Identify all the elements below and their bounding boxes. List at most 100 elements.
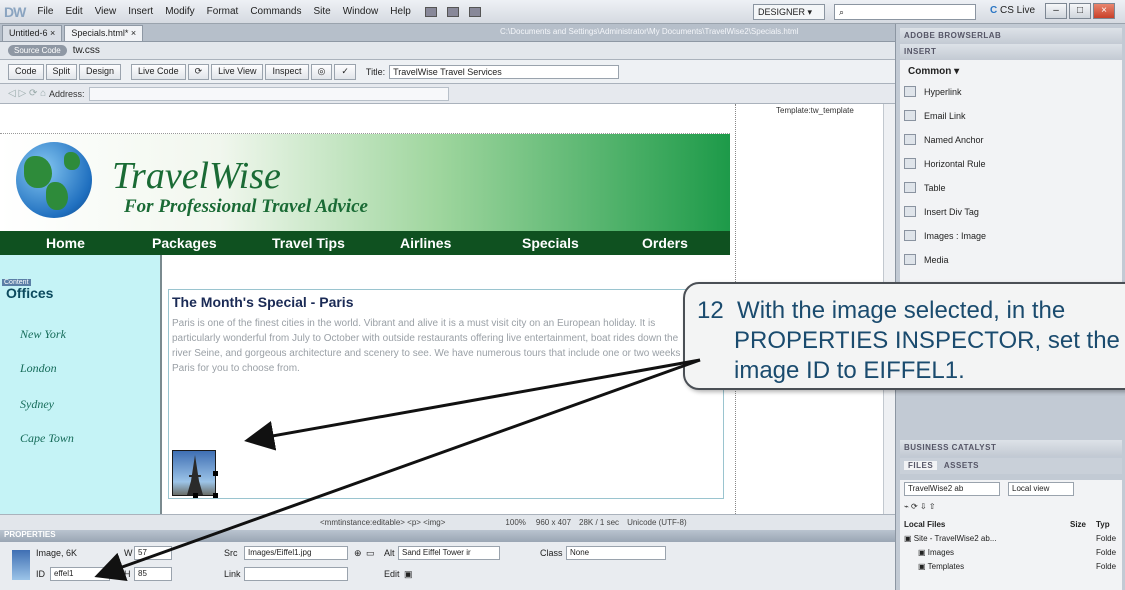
height-field[interactable]: 85: [134, 567, 172, 581]
src-field[interactable]: Images/Eiffel1.jpg: [244, 546, 348, 560]
nav-specials[interactable]: Specials: [522, 235, 579, 251]
address-input[interactable]: [88, 86, 449, 101]
brand-tagline: For Professional Travel Advice: [124, 196, 368, 217]
insert-media[interactable]: Media: [904, 254, 949, 265]
nav-orders[interactable]: Orders: [642, 235, 688, 251]
menu-insert[interactable]: Insert: [122, 6, 159, 17]
id-field[interactable]: effel1: [50, 567, 110, 581]
menu-commands[interactable]: Commands: [244, 6, 307, 17]
menu-modify[interactable]: Modify: [159, 6, 200, 17]
validate-icon[interactable]: ✓: [334, 63, 356, 80]
refresh-icon[interactable]: ⟳: [29, 88, 37, 99]
width-field[interactable]: 57: [134, 546, 172, 560]
browser-preview-icon[interactable]: ◎: [310, 63, 333, 80]
close-icon[interactable]: ×: [1093, 3, 1115, 19]
nav-packages[interactable]: Packages: [152, 235, 217, 251]
menu-view[interactable]: View: [89, 6, 123, 17]
cslive-button[interactable]: C CS Live: [990, 5, 1035, 16]
window-size[interactable]: 960 x 407: [536, 518, 571, 527]
live-code-button[interactable]: Live Code: [131, 63, 186, 80]
city-cape-town[interactable]: Cape Town: [20, 431, 74, 446]
minimize-icon[interactable]: –: [1045, 3, 1067, 19]
nav-travel-tips[interactable]: Travel Tips: [272, 235, 345, 251]
resize-handle[interactable]: [213, 471, 218, 476]
source-code-button[interactable]: Source Code: [8, 45, 67, 56]
close-icon[interactable]: ×: [50, 28, 55, 38]
insert-header[interactable]: INSERT: [900, 44, 1122, 60]
site-select[interactable]: TravelWise2 ab: [904, 482, 1000, 496]
col-size[interactable]: Size: [1070, 520, 1086, 529]
layout-icon[interactable]: [424, 6, 437, 17]
file-row-templates[interactable]: ▣ Templates: [918, 562, 964, 571]
folder-icon[interactable]: ▭: [366, 548, 375, 559]
inspect-button[interactable]: Inspect: [265, 63, 309, 80]
refresh-icon[interactable]: ⟳: [187, 63, 210, 80]
brand-name: TravelWise: [112, 155, 281, 197]
category-select[interactable]: Common ▾: [908, 66, 959, 77]
browserlab-header[interactable]: ADOBE BROWSERLAB: [900, 28, 1122, 44]
related-file-css[interactable]: tw.css: [73, 45, 100, 56]
tab-specials[interactable]: Specials.html* ×: [64, 25, 144, 41]
eiffel-image[interactable]: [172, 450, 218, 498]
nav-airlines[interactable]: Airlines: [400, 235, 451, 251]
properties-inspector: Image, 6K ID effel1 W 57 H 85 Src Images…: [0, 542, 895, 590]
file-name: Templates: [927, 562, 965, 571]
extend-icon[interactable]: [446, 6, 459, 17]
assets-tab[interactable]: ASSETS: [940, 461, 983, 470]
site-icon[interactable]: [468, 6, 481, 17]
help-search-input[interactable]: ⌕: [834, 4, 976, 20]
nav-home[interactable]: Home: [46, 235, 85, 251]
code-view-button[interactable]: Code: [8, 63, 44, 80]
category-label: Common: [908, 66, 952, 77]
resize-handle[interactable]: [193, 493, 198, 498]
view-select[interactable]: Local view: [1008, 482, 1074, 496]
callout-line: With the image selected, in the: [737, 297, 1066, 324]
back-icon[interactable]: ◁: [8, 88, 16, 99]
tag-selector[interactable]: <mmtinstance:editable> <p> <img>: [320, 518, 445, 527]
design-view-button[interactable]: Design: [79, 63, 122, 80]
point-to-file-icon[interactable]: ⊕: [354, 548, 362, 559]
city-new-york[interactable]: New York: [20, 327, 66, 342]
resize-handle[interactable]: [213, 493, 218, 498]
split-view-button[interactable]: Split: [45, 63, 78, 80]
insert-horizontal-rule[interactable]: Horizontal Rule: [904, 158, 986, 169]
menu-file[interactable]: File: [31, 6, 59, 17]
file-row-images[interactable]: ▣ Images: [918, 548, 954, 557]
files-tab[interactable]: FILES: [904, 461, 938, 470]
related-files-bar: Source Code tw.css: [0, 42, 895, 60]
live-view-button[interactable]: Live View: [211, 63, 264, 80]
file-row-site[interactable]: ▣ Site - TravelWise2 ab...: [904, 534, 997, 543]
col-type[interactable]: Typ: [1096, 520, 1110, 529]
w-label: W: [124, 548, 133, 558]
title-input[interactable]: TravelWise Travel Services: [389, 64, 620, 79]
connect-icon[interactable]: ⌁ ⟳ ⇩ ⇧: [904, 502, 936, 511]
alt-field[interactable]: Sand Eiffel Tower ir: [398, 546, 500, 560]
tab-label: Specials.html*: [71, 28, 129, 38]
col-local-files[interactable]: Local Files: [904, 520, 945, 529]
insert-email-link[interactable]: Email Link: [904, 110, 966, 121]
insert-div-tag[interactable]: Insert Div Tag: [904, 206, 979, 217]
menu-window[interactable]: Window: [337, 6, 385, 17]
insert-hyperlink[interactable]: Hyperlink: [904, 86, 962, 97]
edit-image-icon[interactable]: ▣: [404, 569, 413, 580]
home-icon[interactable]: ⌂: [40, 88, 46, 99]
menu-format[interactable]: Format: [201, 6, 245, 17]
insert-table[interactable]: Table: [904, 182, 946, 193]
maximize-icon[interactable]: □: [1069, 3, 1091, 19]
close-icon[interactable]: ×: [131, 28, 136, 38]
class-select[interactable]: None: [566, 546, 666, 560]
menu-help[interactable]: Help: [384, 6, 417, 17]
city-sydney[interactable]: Sydney: [20, 397, 54, 412]
catalyst-header[interactable]: BUSINESS CATALYST: [900, 440, 1122, 456]
menu-edit[interactable]: Edit: [59, 6, 88, 17]
link-field[interactable]: [244, 567, 348, 581]
insert-named-anchor[interactable]: Named Anchor: [904, 134, 984, 145]
zoom-level[interactable]: 100%: [505, 518, 525, 527]
forward-icon[interactable]: ▷: [18, 88, 26, 99]
menu-site[interactable]: Site: [307, 6, 336, 17]
insert-image[interactable]: Images : Image: [904, 230, 986, 241]
city-london[interactable]: London: [20, 361, 57, 376]
workspace-switcher[interactable]: DESIGNER ▾: [753, 4, 825, 20]
tab-untitled[interactable]: Untitled-6 ×: [2, 25, 63, 41]
address-bar: ◁ ▷ ⟳ ⌂ Address:: [0, 84, 895, 104]
